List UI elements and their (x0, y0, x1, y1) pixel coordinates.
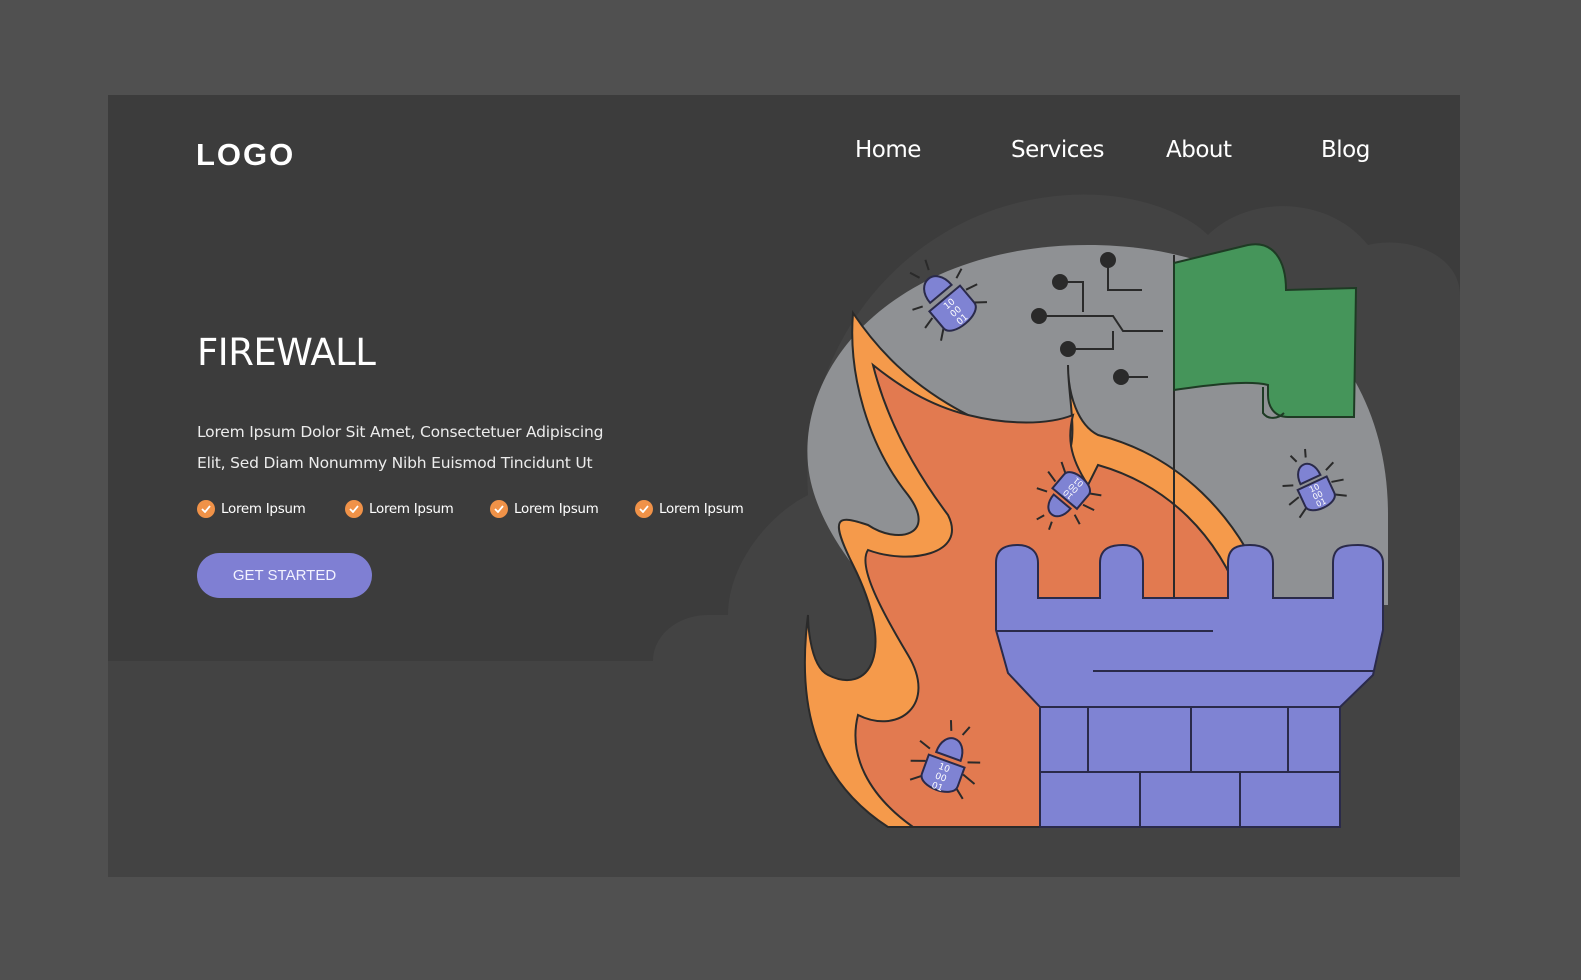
firewall-illustration: 10 00 01 10 00 01 10 00 01 10 00 01 (803, 243, 1388, 828)
landing-card: LOGO Home Services About Blog FIREWALL L… (108, 95, 1460, 877)
